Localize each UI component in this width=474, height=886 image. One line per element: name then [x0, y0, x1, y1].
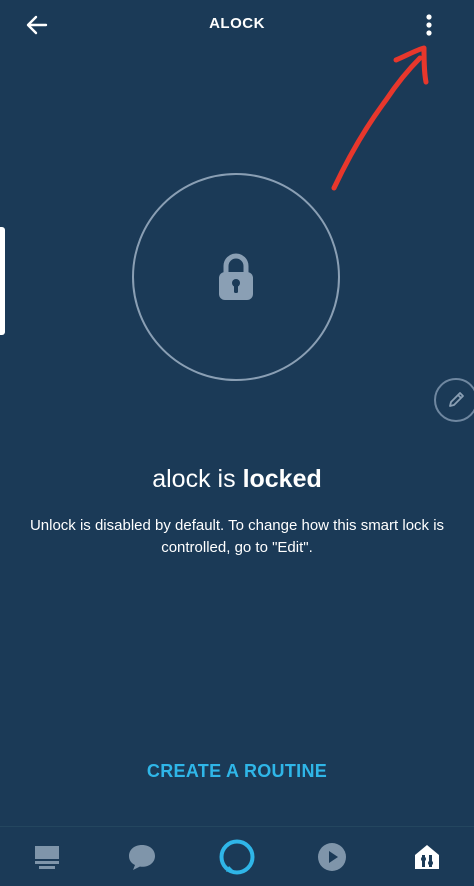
nav-devices[interactable]: [407, 837, 447, 877]
pencil-icon: [449, 392, 464, 407]
padlock-icon: [216, 252, 256, 302]
annotation-arrow-icon: [331, 45, 429, 191]
devices-icon: [415, 845, 439, 869]
edit-button[interactable]: [434, 378, 474, 422]
device-name: alock: [152, 465, 211, 493]
create-routine-button[interactable]: CREATE A ROUTINE: [0, 761, 474, 782]
communicate-icon: [129, 845, 155, 870]
page-title: ALOCK: [209, 15, 265, 32]
bottom-nav: [0, 826, 474, 886]
header-bar: ALOCK: [0, 0, 474, 50]
edge-panel-handle[interactable]: [0, 227, 5, 335]
nav-home[interactable]: [27, 837, 67, 877]
more-options-button[interactable]: [414, 10, 444, 40]
alexa-icon: [219, 839, 255, 875]
nav-alexa[interactable]: [217, 837, 257, 877]
nav-play[interactable]: [312, 837, 352, 877]
lock-status: alock is locked: [0, 465, 474, 494]
device-lock-screen: ALOCK alock is locked Unlock is disabled…: [0, 0, 474, 886]
status-connector: is: [217, 465, 236, 493]
more-vertical-icon: [426, 14, 432, 36]
nav-communicate[interactable]: [122, 837, 162, 877]
lock-toggle[interactable]: [132, 173, 340, 381]
play-icon: [318, 843, 346, 871]
lock-description: Unlock is disabled by default. To change…: [29, 517, 445, 556]
home-icon: [35, 846, 59, 869]
lock-state: locked: [242, 465, 322, 493]
